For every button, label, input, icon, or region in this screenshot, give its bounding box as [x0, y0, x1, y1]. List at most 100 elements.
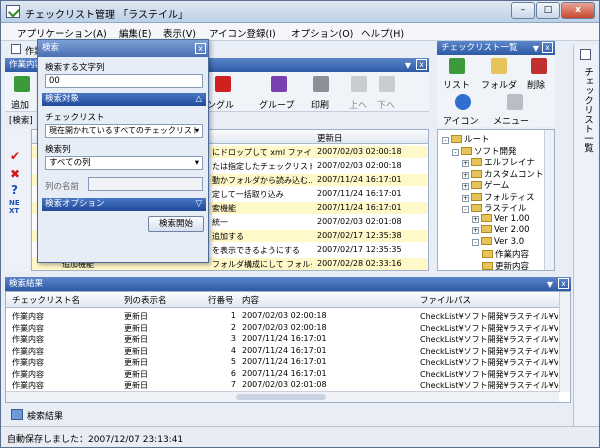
tree-node[interactable]: + フォルティス	[462, 191, 535, 203]
options-section-header[interactable]: 検索オプション ▽	[42, 198, 206, 211]
table-row[interactable]: 作業内容 更新日 4 2007/11/24 16:17:01 CheckList¥ソフト…	[6, 345, 559, 357]
expand-icon[interactable]: +	[472, 215, 479, 223]
checklist-select[interactable]: 現在開かれているすべてのチェックリスト ▾	[45, 124, 203, 138]
expand-icon[interactable]: +	[462, 171, 469, 179]
search-start-button[interactable]: 検索開始	[148, 216, 204, 232]
expand-icon[interactable]: +	[462, 183, 469, 190]
collapse-icon[interactable]: -	[462, 206, 469, 213]
collapse-icon[interactable]: -	[452, 148, 459, 156]
table-row[interactable]: 作業内容 更新日 7 2007/02/03 02:01:08 CheckList¥ソフト…	[6, 379, 559, 391]
title-bar[interactable]: チェックリスト管理 「ラステイル」 – □ x	[1, 1, 599, 23]
table-row[interactable]: 作業内容 更新日 5 2007/11/24 16:17:01 CheckList¥ソフト…	[6, 356, 559, 368]
result-content: 2007/02/03 02:01:08	[242, 380, 327, 389]
result-file-path: CheckList¥ソフト開発¥ラステイル¥Ver	[420, 335, 558, 344]
tree-node[interactable]: - ソフト開発	[452, 145, 517, 157]
next-icon[interactable]: NE XT	[9, 199, 29, 215]
menu-application[interactable]: アプリケーション(A)	[17, 26, 107, 40]
search-dialog-titlebar[interactable]: 検索 x	[38, 40, 208, 57]
group-button[interactable]: グループ	[255, 74, 301, 111]
add-button[interactable]: 追加	[7, 74, 37, 111]
menu-button[interactable]: メニュー	[491, 93, 541, 127]
query-input[interactable]: 00	[45, 74, 203, 88]
column-name-input[interactable]	[88, 177, 203, 191]
tree-node[interactable]: 更新内容	[482, 260, 530, 271]
minimize-button[interactable]: –	[511, 2, 535, 19]
dialog-close-icon[interactable]: x	[195, 43, 206, 54]
tree-node[interactable]: - Ver 3.0	[472, 236, 524, 249]
folder-icon	[471, 204, 482, 212]
move-up-button[interactable]: 上へ	[345, 74, 373, 111]
result-file-path: CheckList¥ソフト開発¥ラステイル¥Ver	[420, 323, 558, 333]
panel-close-icon[interactable]: x	[542, 42, 553, 53]
checklist-tree: -ルート-ソフト開発+エルフレイナ+カスタムコントロール+ゲーム+フォルティス-…	[437, 129, 555, 271]
folder-icon	[481, 236, 492, 245]
dropdown-icon[interactable]: ▼	[405, 59, 411, 73]
column-label: 検索列	[45, 145, 71, 155]
col-file-path[interactable]: ファイルパス	[420, 294, 471, 306]
menu-help[interactable]: ヘルプ(H)	[361, 26, 404, 40]
checklist-side-tab[interactable]: チェックリスト一覧	[573, 45, 597, 435]
side-tab-label: チェックリスト一覧	[582, 67, 593, 153]
menu-icon-register[interactable]: アイコン登録(I)	[209, 26, 276, 40]
tree-node[interactable]: + エルフレイナ	[462, 156, 535, 168]
menu-view[interactable]: 表示(V)	[163, 26, 196, 40]
search-results-icon	[11, 409, 23, 420]
result-row-number: 2	[230, 322, 236, 332]
tree-node[interactable]: +カスタムコントロール	[462, 168, 554, 180]
result-row-number: 4	[230, 345, 236, 355]
icon-button[interactable]: アイコン	[441, 93, 485, 127]
col-display-name[interactable]: 列の表示名	[124, 294, 167, 306]
tree-node[interactable]: + ゲーム	[462, 179, 509, 191]
check-icon[interactable]: ✔	[10, 149, 20, 163]
table-row[interactable]: 作業内容 更新日 3 2007/11/24 16:17:01 CheckList¥ソフト…	[6, 333, 559, 345]
delete-button[interactable]: 削除	[523, 57, 553, 91]
col-checklist-name[interactable]: チェックリスト名	[12, 294, 80, 306]
table-row[interactable]: 作業内容 更新日 2 2007/02/03 02:00:18 CheckList¥ソフト…	[6, 322, 559, 334]
menu-edit[interactable]: 編集(E)	[119, 26, 151, 40]
panel-close-icon[interactable]: x	[558, 278, 569, 289]
collapse-icon[interactable]: -	[442, 137, 449, 144]
dropdown-icon[interactable]: ▼	[547, 278, 553, 292]
column-updated[interactable]: 更新日	[317, 132, 343, 144]
results-v-scrollbar[interactable]	[559, 292, 570, 392]
tree-node-label: 更新内容	[495, 261, 530, 271]
close-button[interactable]: x	[561, 2, 595, 19]
expand-icon[interactable]: +	[462, 160, 469, 167]
table-row[interactable]: 作業内容 更新日 1 2007/02/03 02:00:18 CheckList¥ソフト…	[6, 310, 559, 322]
tree-node[interactable]: + Ver 2.00	[472, 225, 530, 237]
scroll-thumb[interactable]	[236, 394, 326, 400]
up-arrow-icon	[351, 76, 367, 92]
list-button[interactable]: リスト	[439, 57, 475, 91]
cross-icon[interactable]: ✖	[10, 167, 20, 181]
col-row-number[interactable]: 行番号	[208, 294, 234, 306]
tree-node[interactable]: 作業内容	[482, 248, 529, 260]
collapse-icon[interactable]: -	[472, 238, 479, 246]
target-section-header[interactable]: 検索対象 △	[42, 93, 206, 106]
column-select[interactable]: すべての列 ▾	[45, 156, 203, 170]
app-icon	[6, 5, 20, 18]
tree-node[interactable]: - ルート	[442, 133, 490, 145]
question-icon[interactable]: ?	[11, 183, 18, 197]
tree-node-label: Ver 2.00	[494, 225, 530, 235]
result-display-name: 更新日	[124, 346, 148, 356]
menu-options[interactable]: オプション(O)	[291, 26, 353, 40]
tree-node[interactable]: - ラステイル	[462, 202, 526, 214]
tree-node[interactable]: + Ver 1.00	[472, 213, 530, 226]
table-row[interactable]: 作業内容 更新日 6 2007/11/24 16:17:01 CheckList¥ソフト…	[6, 368, 559, 380]
maximize-button[interactable]: □	[536, 2, 560, 19]
panel-close-icon[interactable]: x	[416, 59, 427, 70]
result-display-name: 更新日	[124, 335, 148, 344]
results-panel-header: 検索結果 ▼ x	[5, 277, 571, 291]
print-button[interactable]: 印刷	[305, 74, 337, 111]
move-down-button[interactable]: 下へ	[373, 74, 401, 111]
tree-scrollbar[interactable]	[544, 130, 554, 270]
dropdown-icon[interactable]: ▼	[533, 42, 539, 56]
folder-button[interactable]: フォルダ	[479, 57, 519, 91]
expand-icon[interactable]: +	[462, 194, 469, 202]
col-content[interactable]: 内容	[242, 294, 259, 306]
add-icon	[14, 76, 30, 92]
expand-icon[interactable]: +	[472, 227, 479, 234]
results-h-scrollbar[interactable]	[6, 391, 559, 402]
list-item-date: 2007/11/24 16:17:01	[317, 203, 402, 212]
folder-icon	[461, 146, 472, 155]
